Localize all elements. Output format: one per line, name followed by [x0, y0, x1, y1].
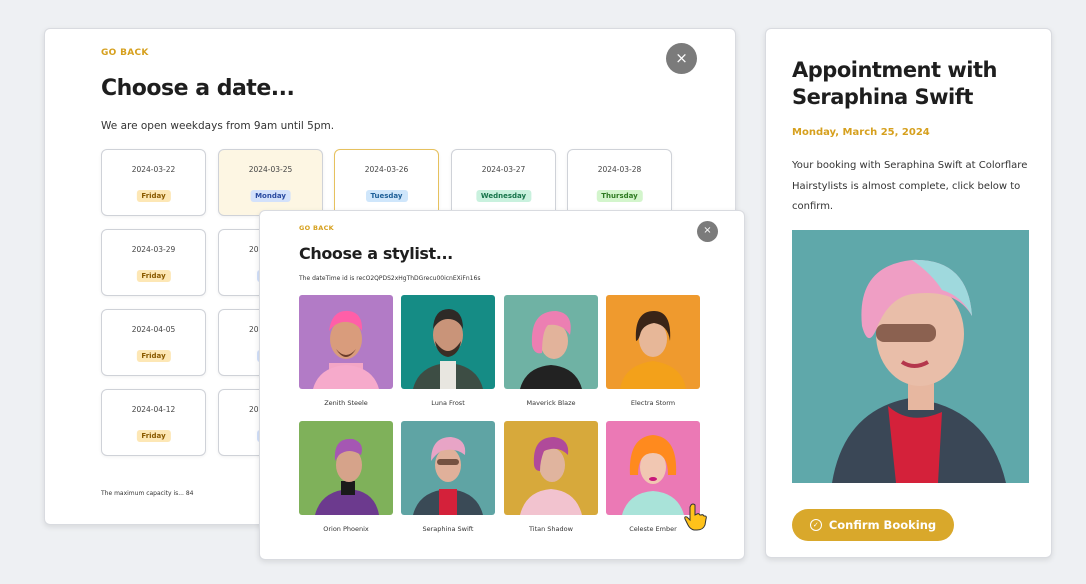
weekday-badge: Friday [136, 190, 171, 202]
stylist-photo [401, 421, 495, 515]
stylist-card[interactable]: Titan Shadow [504, 421, 598, 533]
stylist-title: Choose a stylist... [299, 244, 453, 263]
date-option[interactable]: 2024-03-26 Tuesday [334, 149, 439, 216]
appointment-title: Appointment with Seraphina Swift [792, 58, 997, 109]
stylist-name: Luna Frost [431, 399, 465, 407]
date-text: 2024-03-28 [597, 165, 642, 174]
date-option-selected[interactable]: 2024-03-25 Monday [218, 149, 323, 216]
capacity-text: The maximum capacity is... 84 [101, 490, 194, 497]
date-text: 2024-03-22 [131, 165, 176, 174]
appointment-description: Your booking with Seraphina Swift at Col… [792, 160, 1028, 212]
weekday-badge: Tuesday [365, 190, 408, 202]
date-text: 2024-03-29 [131, 245, 176, 254]
stylist-photo [504, 421, 598, 515]
appointment-summary-panel: Appointment with Seraphina Swift Monday,… [765, 28, 1052, 558]
go-back-link[interactable]: GO BACK [299, 224, 334, 232]
date-text: 2024-04-12 [131, 405, 176, 414]
hand-pointer-icon [684, 503, 707, 531]
date-text: 2024-04-05 [131, 325, 176, 334]
stylist-photo [504, 295, 598, 389]
date-option[interactable]: 2024-03-29 Friday [101, 229, 206, 296]
stylist-photo [606, 295, 700, 389]
stylist-card[interactable]: Luna Frost [401, 295, 495, 407]
close-icon: × [703, 225, 712, 236]
date-text: 2024-03-25 [248, 165, 293, 174]
stylist-name: Maverick Blaze [526, 399, 576, 407]
stylist-name: Electra Storm [630, 399, 676, 407]
close-icon: × [675, 49, 688, 67]
close-button[interactable]: × [697, 221, 718, 242]
stylist-name: Orion Phoenix [323, 525, 369, 533]
confirm-booking-button[interactable]: ✓ Confirm Booking [792, 509, 954, 541]
stylist-card[interactable]: Orion Phoenix [299, 421, 393, 533]
stylist-card[interactable]: Electra Storm [606, 295, 700, 407]
date-option[interactable]: 2024-03-22 Friday [101, 149, 206, 216]
weekday-badge: Friday [136, 350, 171, 362]
stylist-photo [299, 421, 393, 515]
weekday-badge: Monday [250, 190, 291, 202]
stylist-photo [299, 295, 393, 389]
opening-hours-text: We are open weekdays from 9am until 5pm. [101, 120, 335, 132]
stylist-photo [606, 421, 700, 515]
appointment-date: Monday, March 25, 2024 [792, 127, 930, 138]
date-option[interactable]: 2024-03-28 Thursday [567, 149, 672, 216]
stylist-name: Titan Shadow [529, 525, 573, 533]
confirm-booking-label: Confirm Booking [828, 518, 937, 532]
stylist-card[interactable]: Maverick Blaze [504, 295, 598, 407]
date-text: 2024-03-27 [481, 165, 526, 174]
stylist-name: Seraphina Swift [422, 525, 474, 533]
date-option[interactable]: 2024-04-12 Friday [101, 389, 206, 456]
date-text: 2024-03-26 [364, 165, 409, 174]
weekday-badge: Thursday [596, 190, 643, 202]
check-circle-icon: ✓ [809, 519, 822, 531]
stylist-picker-panel: GO BACK Choose a stylist... The dateTime… [259, 210, 745, 560]
stylist-card[interactable]: Seraphina Swift [401, 421, 495, 533]
stylist-card[interactable]: Zenith Steele [299, 295, 393, 407]
datetime-id-text: The dateTime id is recO2QPDS2xHgThDGrecu… [299, 275, 481, 282]
weekday-badge: Friday [136, 430, 171, 442]
go-back-link[interactable]: GO BACK [101, 48, 149, 58]
date-option[interactable]: 2024-04-05 Friday [101, 309, 206, 376]
date-option[interactable]: 2024-03-27 Wednesday [451, 149, 556, 216]
page-title: Choose a date... [101, 76, 295, 101]
weekday-badge: Friday [136, 270, 171, 282]
stylist-photo [401, 295, 495, 389]
stylist-name: Zenith Steele [324, 399, 368, 407]
selected-stylist-photo [792, 230, 1029, 483]
weekday-badge: Wednesday [475, 190, 532, 202]
close-button[interactable]: × [666, 43, 697, 74]
